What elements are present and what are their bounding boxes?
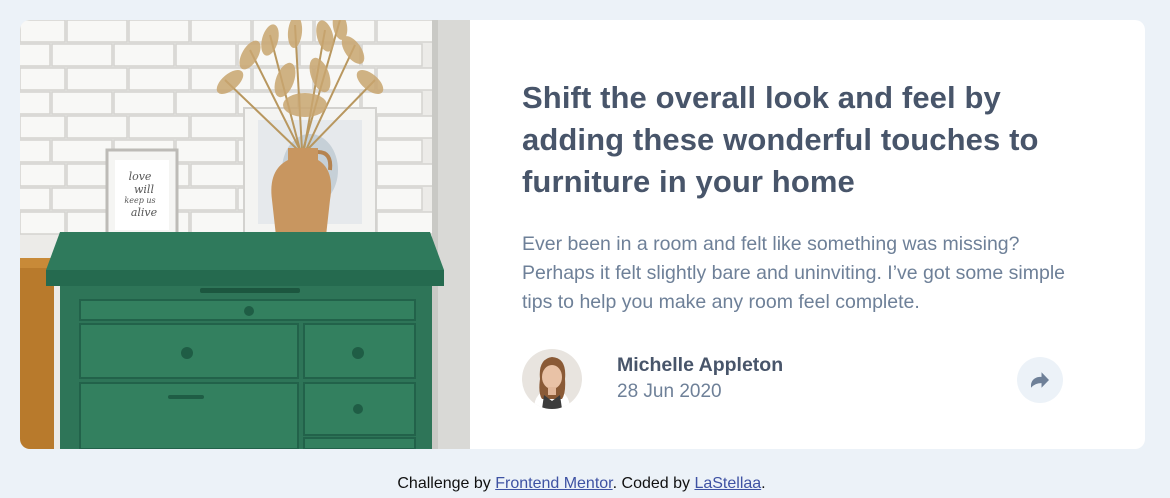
attribution-prefix: Challenge by xyxy=(397,475,496,492)
frame-text-2: will xyxy=(134,183,154,196)
share-button[interactable] xyxy=(1017,357,1063,403)
avatar-photo-icon xyxy=(522,349,582,409)
attribution-middle: . Coded by xyxy=(612,475,695,492)
article-description: Ever been in a room and felt like someth… xyxy=(522,233,1066,313)
attribution-suffix: . xyxy=(761,475,766,492)
frame-text-3: keep us xyxy=(124,196,155,205)
avatar xyxy=(522,349,582,409)
frontend-mentor-link[interactable]: Frontend Mentor xyxy=(495,475,612,492)
frame-text-4: alive xyxy=(131,206,158,219)
share-icon xyxy=(1031,372,1049,388)
frame-text-1: love xyxy=(129,170,152,183)
attribution: Challenge by Frontend Mentor. Coded by L… xyxy=(0,475,1163,493)
article-card: love will keep us alive Shift the overal… xyxy=(20,20,1145,449)
author-block: Michelle Appleton 28 Jun 2020 xyxy=(522,349,783,409)
author-link[interactable]: LaStellaa xyxy=(694,475,761,492)
author-text: Michelle Appleton 28 Jun 2020 xyxy=(617,352,783,406)
card-content: Shift the overall look and feel by addin… xyxy=(470,20,1145,449)
article-headline: Shift the overall look and feel by addin… xyxy=(522,80,1039,199)
drawers-photo: love will keep us alive xyxy=(20,20,470,449)
author-name: Michelle Appleton xyxy=(617,354,784,376)
publish-date: 28 Jun 2020 xyxy=(617,381,722,402)
